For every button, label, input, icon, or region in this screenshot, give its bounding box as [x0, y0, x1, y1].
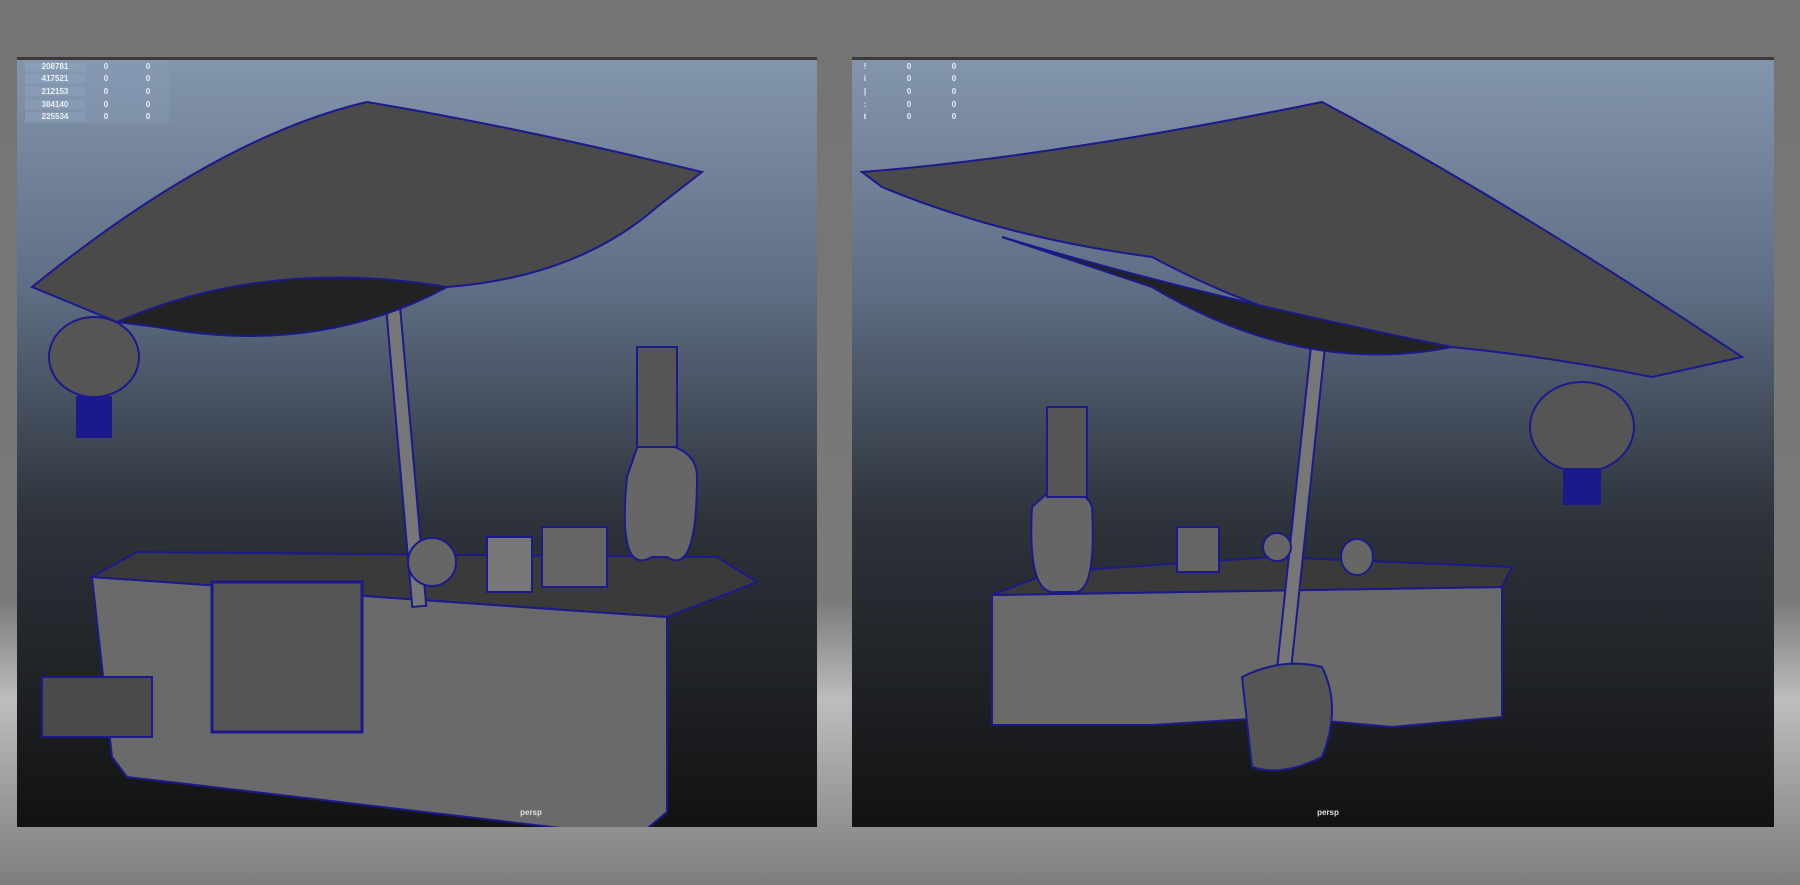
camera-label: persp [1317, 808, 1339, 817]
stats-hud: 208781 0 0 417521 0 0 212153 0 0 384140 0 0 2255… [25, 60, 169, 123]
table [90, 575, 668, 827]
lantern-tassel [1563, 468, 1601, 505]
rock [1240, 662, 1333, 772]
stats-row: ! 0 0 [863, 61, 957, 71]
lantern [48, 316, 140, 398]
scrolls [1046, 406, 1088, 498]
lantern-tassel [76, 396, 112, 438]
stats-row: 384140 0 0 [25, 98, 169, 111]
scrolls [636, 346, 678, 448]
jar [1262, 532, 1292, 562]
stats-row: t00 [863, 112, 957, 122]
crates [41, 676, 153, 738]
basket [541, 526, 608, 588]
stats-row: | 0 0 [863, 86, 957, 96]
box [486, 536, 533, 593]
stats-row: 417521 0 0 [25, 73, 169, 86]
stats-row: :00 [863, 99, 957, 109]
lantern [1529, 381, 1635, 473]
model-wireframe-left [30, 100, 760, 827]
cloth [210, 580, 364, 734]
jar [407, 537, 457, 587]
stats-row: 212153 0 0 [25, 85, 169, 98]
vase [1030, 487, 1094, 594]
stats-row: 225534 0 0 [25, 110, 169, 123]
viewport-right-persp[interactable]: ! 0 0 i00 | 0 0 :00 t00 persp [852, 57, 1774, 827]
basket [1176, 526, 1220, 573]
jar [1340, 538, 1374, 576]
stats-row: i00 [863, 74, 957, 84]
camera-label: persp [520, 808, 542, 817]
viewport-left-persp[interactable]: 208781 0 0 417521 0 0 212153 0 0 384140 0 0 2255… [17, 57, 817, 827]
stats-hud: ! 0 0 i00 | 0 0 :00 t00 [860, 60, 975, 123]
model-wireframe-right [859, 100, 1745, 772]
stats-row: 208781 0 0 [25, 60, 169, 73]
vase [623, 440, 699, 562]
